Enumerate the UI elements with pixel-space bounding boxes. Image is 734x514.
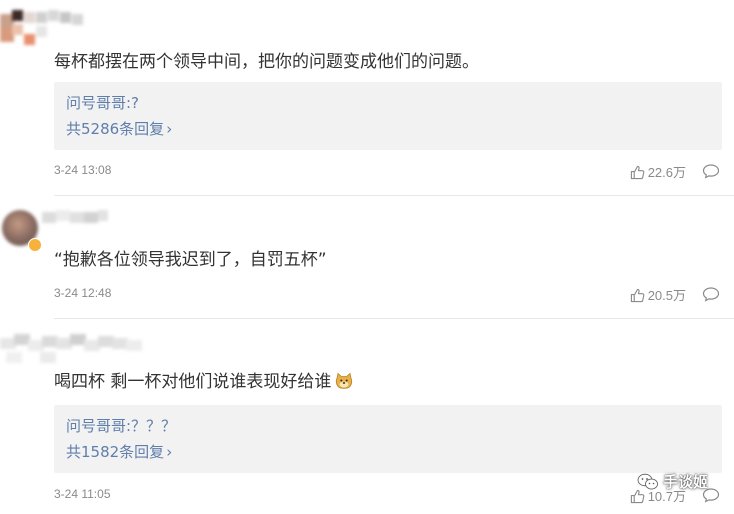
avatar[interactable] [2,206,112,250]
comment-timestamp: 3-24 13:08 [54,163,112,177]
wechat-icon [637,473,658,490]
chevron-right-icon: › [166,120,173,138]
verified-badge-icon [28,238,42,252]
like-count: 20.5万 [647,288,686,303]
reply-count-link[interactable]: 共5286条回复 › [66,118,172,139]
comment-bubble-icon[interactable] [702,163,720,179]
comment-item: “抱歉各位领导我迟到了，自罚五杯” 3-24 12:48 20.5万 [0,196,734,320]
comment-timestamp: 3-24 11:05 [54,487,111,501]
thumbs-up-icon [630,288,645,303]
reply-count-label[interactable]: 共1582条回复 [66,443,164,461]
comment-item: 喝四杯 剩一杯对他们说谁表现好给谁 问号哥哥:？？？ 共1582条回复 › 3-2… [0,320,734,514]
reply-count-label[interactable]: 共5286条回复 [66,120,164,138]
doge-emoji-icon [336,372,353,389]
reply-preview-box[interactable]: 问号哥哥:？？？ 共1582条回复 › [54,405,722,473]
comment-text: 喝四杯 剩一杯对他们说谁表现好给谁 [54,370,353,394]
comment-text-content: 喝四杯 剩一杯对他们说谁表现好给谁 [54,372,332,392]
watermark-text: 手谈姬 [662,473,708,491]
reply-preview-box[interactable]: 问号哥哥:? 共5286条回复 › [54,82,722,150]
like-button[interactable]: 20.5万 [630,285,686,304]
reply-preview-text[interactable]: 问号哥哥:? [66,92,139,113]
thumbs-up-icon [630,165,645,180]
comment-text: “抱歉各位领导我迟到了，自罚五杯” [54,250,327,270]
comment-item: 每杯都摆在两个领导中间，把你的问题变成他们的问题。 问号哥哥:? 共5286条回… [0,0,734,196]
watermark: 手谈姬 [637,471,708,492]
avatar[interactable] [0,330,150,374]
comment-timestamp: 3-24 12:48 [54,286,112,300]
like-count: 22.6万 [647,165,686,180]
reply-count-link[interactable]: 共1582条回复 › [66,441,172,462]
divider [54,318,734,319]
avatar[interactable] [0,6,92,50]
comment-bubble-icon[interactable] [702,286,720,302]
reply-preview-text[interactable]: 问号哥哥:？？？ [66,415,176,436]
comment-text: 每杯都摆在两个领导中间，把你的问题变成他们的问题。 [54,52,479,72]
like-button[interactable]: 22.6万 [630,162,686,181]
chevron-right-icon: › [166,443,173,461]
